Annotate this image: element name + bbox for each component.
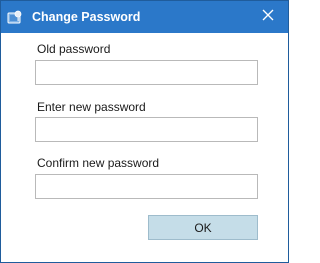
- new-password-field[interactable]: [35, 117, 258, 142]
- close-icon: [262, 8, 274, 26]
- old-password-field[interactable]: [35, 60, 258, 85]
- close-button[interactable]: [248, 1, 288, 33]
- confirm-password-label: Confirm new password: [37, 156, 160, 170]
- dialog-title: Change Password: [32, 10, 141, 24]
- new-password-label: Enter new password: [37, 100, 146, 114]
- ok-button[interactable]: OK: [148, 215, 258, 240]
- key-app-icon: [7, 9, 23, 25]
- change-password-dialog: Change Password Old password Enter new p…: [0, 0, 289, 263]
- old-password-label: Old password: [37, 42, 111, 56]
- title-bar[interactable]: Change Password: [1, 1, 288, 33]
- dialog-body: Old password Enter new password Confirm …: [1, 33, 288, 262]
- confirm-password-field[interactable]: [35, 174, 258, 199]
